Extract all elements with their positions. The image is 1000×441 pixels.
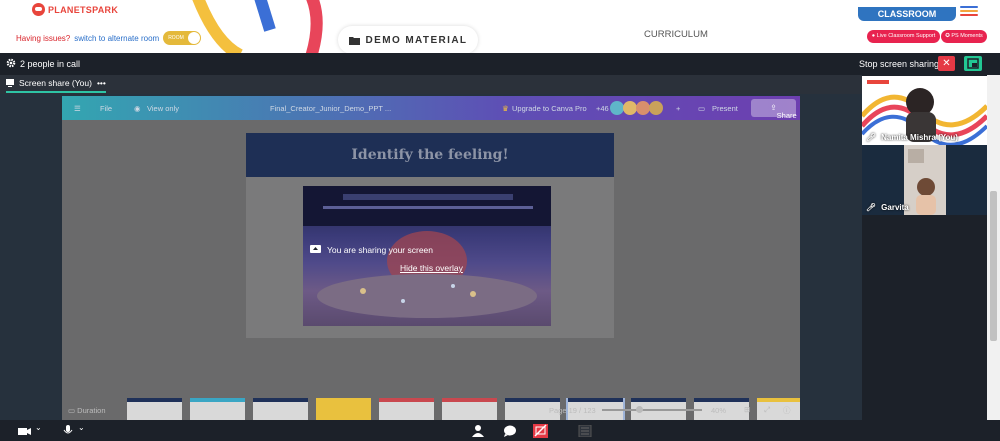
decorative-arcs [192, 0, 323, 53]
tab-screen-share-label: Screen share (You) [19, 78, 92, 88]
slide-image [303, 186, 551, 326]
overlay-text: You are sharing your screen [327, 245, 434, 255]
people-count[interactable]: 2 people in call [20, 59, 80, 69]
stop-sharing-close-button[interactable]: ✕ [938, 56, 955, 71]
toggle-label: ROOM [168, 35, 184, 41]
zoom-slider-track[interactable] [602, 409, 702, 411]
participant-name-text: Garvita [881, 203, 909, 212]
canva-share-button[interactable]: ⇪ Share [751, 99, 797, 120]
add-collaborator-icon[interactable]: + [676, 104, 680, 113]
live-classroom-support-button[interactable]: ● Live Classroom Support [867, 30, 940, 43]
present-icon: ▭ [698, 104, 706, 113]
crown-icon: ♛ [502, 104, 509, 113]
pip-icon [967, 58, 979, 69]
issues-prefix: Having issues? [16, 33, 71, 43]
picture-in-picture-button[interactable] [964, 56, 982, 71]
eye-icon: ◉ [134, 104, 141, 113]
tab-screen-share[interactable]: Screen share (You) ••• [6, 78, 106, 93]
slide-canvas: Identify the feeling! [246, 133, 614, 338]
canva-toolbar: ☰ File ◉ View only Final_Creator_Junior_… [62, 96, 800, 120]
tab-row [0, 75, 1000, 94]
slide-title: Identify the feeling! [246, 133, 614, 177]
participant-name-text: Namita Mishra (You) [881, 133, 958, 142]
participant-tile[interactable]: 🎤︎ Namita Mishra (You) [862, 76, 987, 145]
canva-menu-icon[interactable]: ☰ [74, 104, 81, 113]
robot-icon [32, 3, 45, 16]
duration-button[interactable]: ▭ Duration [68, 406, 106, 415]
canva-upgrade-link[interactable]: Upgrade to Canva Pro [512, 104, 587, 113]
camera-icon[interactable] [18, 425, 32, 437]
participant-tile[interactable]: 🎤︎ Garvita [862, 145, 987, 215]
microphone-icon: 🎤︎ [866, 133, 877, 142]
alternate-room-bar: Having issues? switch to alternate room … [16, 31, 202, 45]
hamburger-menu-icon[interactable] [960, 6, 978, 18]
microphone-icon[interactable] [61, 425, 75, 437]
whiteboard-icon[interactable] [578, 425, 592, 437]
canva-present-button[interactable]: Present [712, 104, 738, 113]
fullscreen-icon[interactable]: ⤢ [764, 405, 770, 415]
help-icon[interactable]: ⓘ [783, 405, 791, 416]
folder-icon [348, 36, 360, 45]
zoom-level: 40% [711, 406, 727, 415]
logo-text: PLANETSPARK [48, 4, 119, 15]
share-label: Share [776, 111, 797, 120]
canva-doc-title[interactable]: Final_Creator_Junior_Demo_PPT ... [270, 104, 391, 113]
participants-icon[interactable] [471, 425, 485, 437]
call-controls-bar: ⌄ ⌄ [0, 420, 1000, 441]
settings-gear-icon[interactable] [6, 58, 16, 68]
meeting-area: 2 people in call Stop screen sharing ✕ S… [0, 53, 1000, 441]
camera-options-chevron-icon[interactable]: ⌄ [35, 423, 42, 432]
grid-view-icon[interactable]: ⊞ [744, 405, 750, 414]
canva-file-menu[interactable]: File [100, 104, 112, 113]
canva-footer: ▭ Duration Page 19 / 123 40% ⊞ ⤢ ⓘ [62, 401, 800, 420]
canva-view-only[interactable]: View only [147, 104, 179, 113]
participant-name: 🎤︎ Namita Mishra (You) [866, 133, 958, 142]
toggle-knob [188, 32, 201, 44]
participant-name: 🎤︎ Garvita [866, 203, 909, 212]
curriculum-tab[interactable]: CURRICULUM [644, 29, 708, 40]
stop-screen-sharing-label[interactable]: Stop screen sharing [859, 59, 939, 69]
zoom-slider-handle[interactable] [636, 406, 643, 413]
collaborator-avatars[interactable] [610, 99, 670, 117]
demo-material-button[interactable]: DEMO MATERIAL [338, 26, 478, 53]
sharing-overlay-message: You are sharing your screen [310, 245, 433, 255]
close-icon: ✕ [942, 58, 951, 69]
mic-options-chevron-icon[interactable]: ⌄ [78, 423, 85, 432]
screen-share-icon [310, 245, 321, 253]
shared-canva-window: ☰ File ◉ View only Final_Creator_Junior_… [62, 96, 800, 420]
arena-illustration [303, 186, 551, 318]
ps-moments-button[interactable]: ✪ PS Moments [941, 30, 987, 43]
hide-overlay-link[interactable]: Hide this overlay [400, 263, 463, 273]
support-label: Live Classroom Support [876, 33, 936, 39]
alternate-room-link[interactable]: switch to alternate room [74, 34, 159, 43]
screen-share-icon [6, 79, 14, 87]
planetspark-logo[interactable]: PLANETSPARK [32, 3, 118, 16]
room-toggle[interactable]: ROOM [163, 31, 202, 45]
stop-share-screen-icon[interactable] [533, 424, 548, 438]
classroom-tab[interactable]: CLASSROOM [858, 7, 956, 21]
scrollbar-thumb[interactable] [990, 191, 997, 341]
app-header: PLANETSPARK Having issues? switch to alt… [0, 0, 1000, 53]
demo-material-label: DEMO MATERIAL [365, 34, 468, 46]
duration-label: Duration [77, 406, 106, 415]
avatar-group-icon [610, 101, 663, 115]
page-indicator: Page 19 / 123 [549, 406, 596, 415]
chat-icon[interactable] [503, 425, 517, 437]
moments-label: PS Moments [951, 33, 983, 39]
collaborator-count[interactable]: +46 [596, 104, 609, 113]
microphone-icon: 🎤︎ [866, 203, 877, 212]
tab-more-options[interactable]: ••• [97, 78, 106, 88]
